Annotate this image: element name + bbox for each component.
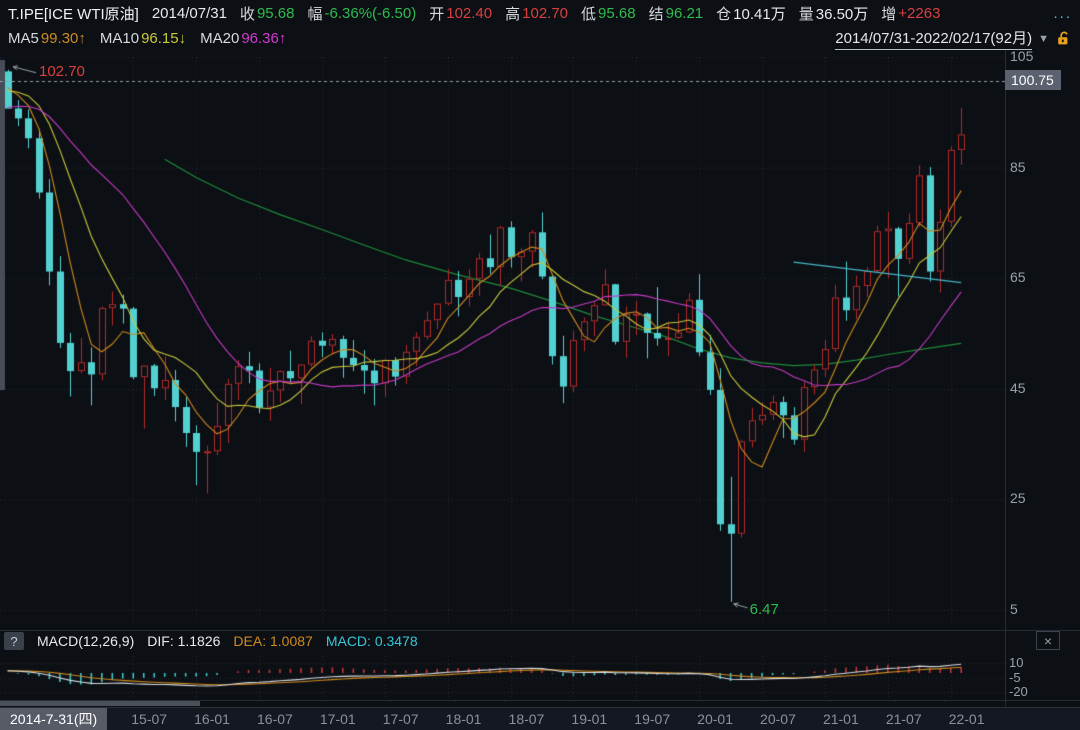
time-tick-label: 18-07 <box>509 711 545 727</box>
high-annotation: 102.70 <box>39 63 85 80</box>
time-tick-label: 19-07 <box>634 711 670 727</box>
dif-value: DIF: 1.1826 <box>147 633 220 649</box>
unlock-icon[interactable] <box>1055 30 1072 47</box>
time-tick-label: 20-07 <box>760 711 796 727</box>
quote-field: 仓10.41万 <box>716 3 786 24</box>
time-tick-label: 21-01 <box>823 711 859 727</box>
field-label: 低 <box>581 3 596 24</box>
time-tick-label: 16-01 <box>194 711 230 727</box>
axis-divider <box>1005 50 1006 707</box>
price-tick-label: 25 <box>1010 490 1026 506</box>
quote-field: 收95.68 <box>240 3 295 24</box>
price-tick-label: 5 <box>1010 601 1018 617</box>
field-label: 结 <box>649 3 664 24</box>
field-value: 36.50万 <box>816 3 869 24</box>
chart-canvas[interactable] <box>0 0 1080 729</box>
scrollbar-thumb[interactable] <box>0 701 200 706</box>
price-tick-label: 105 <box>1010 48 1033 64</box>
quote-field: 增+2263 <box>881 3 940 24</box>
time-tick-label: 19-01 <box>571 711 607 727</box>
low-annotation: 6.47 <box>750 601 779 618</box>
field-value: 95.68 <box>257 5 295 22</box>
quote-field: 幅-6.36%(-6.50) <box>307 3 416 24</box>
time-tick-label: 22-01 <box>949 711 985 727</box>
field-value: 102.70 <box>522 5 568 22</box>
app-title: T.IPE[ICE WTI原油] <box>8 3 139 24</box>
quote-field: 开102.40 <box>429 3 492 24</box>
help-icon[interactable]: ? <box>4 632 24 650</box>
ma-item: MA2096.36↑ <box>200 30 286 47</box>
quote-fields: 收95.68幅-6.36%(-6.50)开102.40高102.70低95.68… <box>240 3 941 24</box>
macd-header: ? MACD(12,26,9) DIF: 1.1826 DEA: 1.0087 … <box>4 631 418 651</box>
field-value: +2263 <box>898 5 940 22</box>
range-selector[interactable]: 2014/07/31-2022/02/17(92月) <box>835 27 1032 50</box>
close-icon[interactable]: × <box>1036 631 1060 650</box>
quote-field: 低95.68 <box>581 3 636 24</box>
ma-label: MA20 <box>200 30 239 47</box>
field-label: 高 <box>505 3 520 24</box>
time-tick-label: 15-07 <box>131 711 167 727</box>
field-label: 量 <box>799 3 814 24</box>
field-label: 幅 <box>307 3 322 24</box>
selected-date-label: 2014-7-31(四) <box>0 708 107 730</box>
more-button[interactable]: ... <box>1053 5 1072 22</box>
time-tick-label: 17-01 <box>320 711 356 727</box>
field-value: 10.41万 <box>733 3 786 24</box>
field-label: 增 <box>881 3 896 24</box>
price-tick-label: 65 <box>1010 269 1026 285</box>
macd-tick-label: 10 <box>1009 656 1023 670</box>
ma-value: 99.30↑ <box>41 30 86 47</box>
ma-item: MA599.30↑ <box>8 30 86 47</box>
time-tick-label: 21-07 <box>886 711 922 727</box>
macd-title: MACD(12,26,9) <box>37 633 134 649</box>
ma-label: MA5 <box>8 30 39 47</box>
chevron-down-icon[interactable]: ▼ <box>1038 33 1049 45</box>
quote-header: T.IPE[ICE WTI原油] 2014/07/31 收95.68幅-6.36… <box>0 0 1080 27</box>
macd-value: MACD: 0.3478 <box>326 633 418 649</box>
price-tick-label: 85 <box>1010 159 1026 175</box>
time-tick-label: 16-07 <box>257 711 293 727</box>
quote-field: 结96.21 <box>649 3 704 24</box>
time-tick-label: 20-01 <box>697 711 733 727</box>
time-axis-bar: 2014-7-31(四) 15-07 16-01 16-07 17-01 17-07 18… <box>0 707 1080 730</box>
ma-label: MA10 <box>100 30 139 47</box>
last-price-label: 100.75 <box>1005 70 1061 90</box>
dea-value: DEA: 1.0087 <box>233 633 312 649</box>
quote-date: 2014/07/31 <box>152 5 227 22</box>
quote-field: 量36.50万 <box>799 3 869 24</box>
time-tick-label: 17-07 <box>383 711 419 727</box>
ma-values: MA599.30↑ MA1096.15↓ MA2096.36↑ <box>8 30 286 47</box>
macd-tick-label: -5 <box>1009 671 1021 685</box>
ma-value: 96.36↑ <box>241 30 286 47</box>
field-label: 收 <box>240 3 255 24</box>
time-tick-label: 18-01 <box>446 711 482 727</box>
ma-value: 96.15↓ <box>141 30 186 47</box>
field-label: 仓 <box>716 3 731 24</box>
field-value: 96.21 <box>666 5 704 22</box>
macd-tick-label: -20 <box>1009 685 1028 699</box>
quote-field: 高102.70 <box>505 3 568 24</box>
ma-header: MA599.30↑ MA1096.15↓ MA2096.36↑ 2014/07/31… <box>0 27 1080 50</box>
price-tick-label: 45 <box>1010 380 1026 396</box>
ma-item: MA1096.15↓ <box>100 30 186 47</box>
field-value: 102.40 <box>446 5 492 22</box>
field-value: -6.36%(-6.50) <box>325 5 417 22</box>
field-label: 开 <box>429 3 444 24</box>
field-value: 95.68 <box>598 5 636 22</box>
